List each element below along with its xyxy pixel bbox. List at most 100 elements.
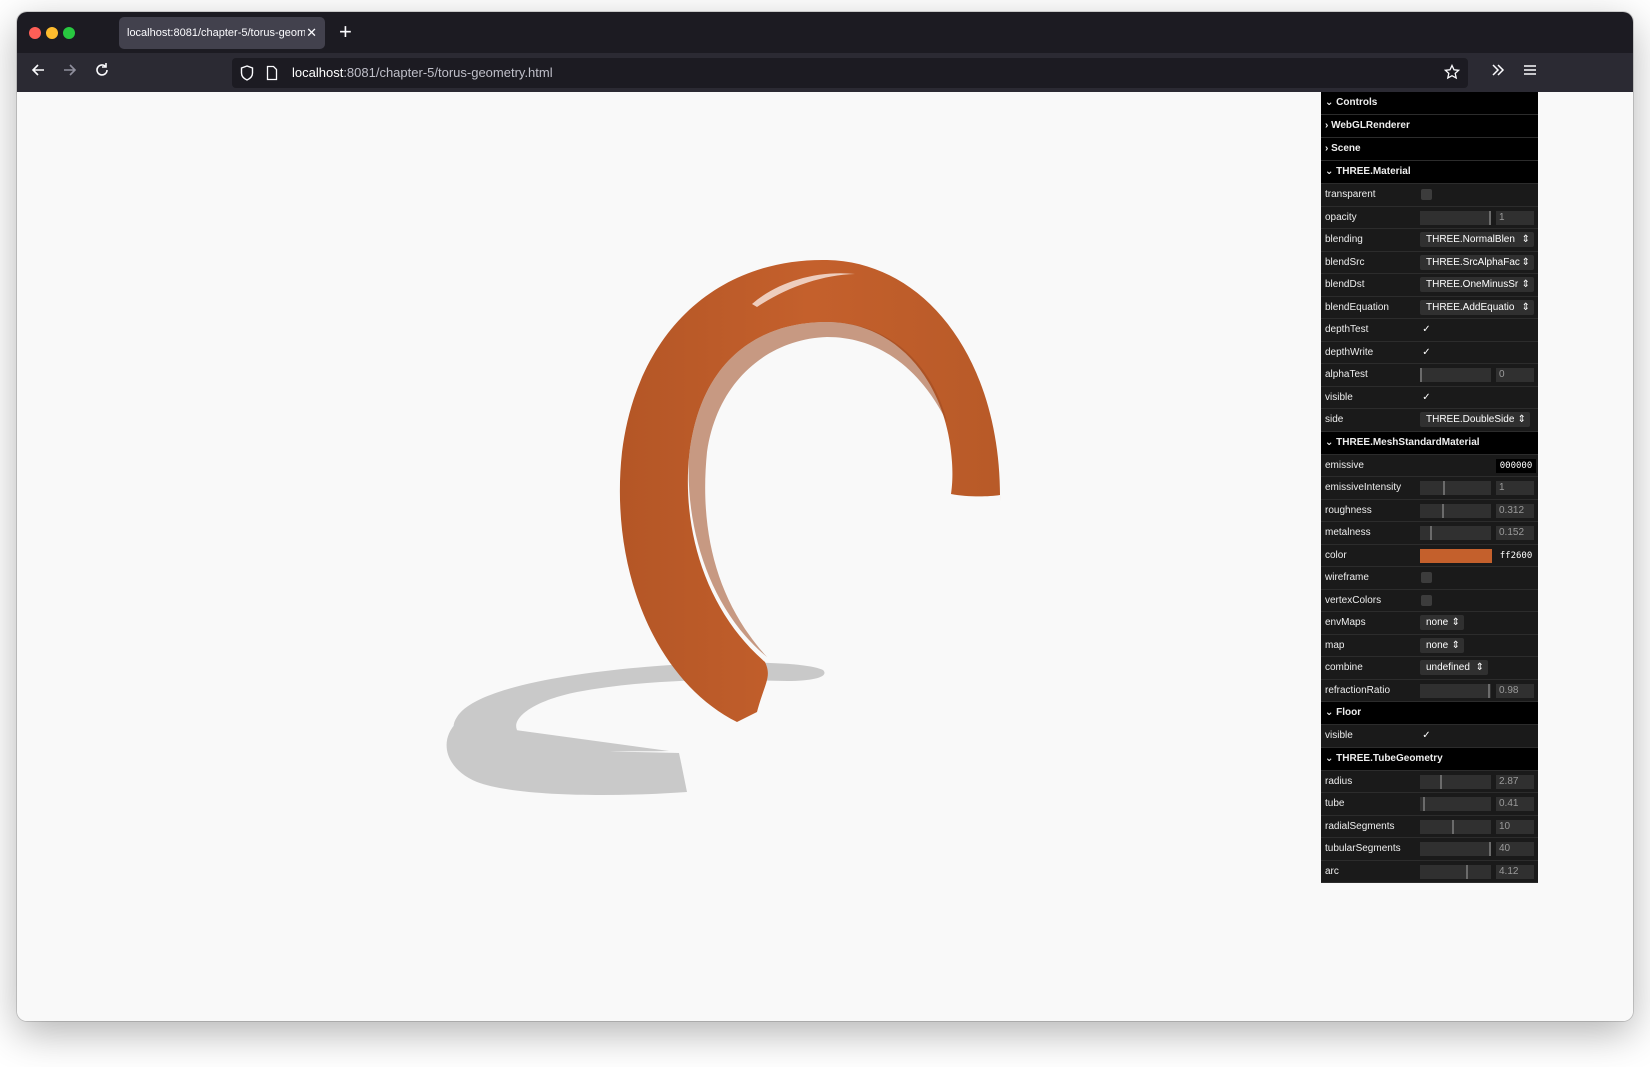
side-select[interactable]: THREE.DoubleSide ⇕ <box>1420 412 1530 427</box>
map-select[interactable]: none ⇕ <box>1420 637 1464 653</box>
vertexcolors-label: vertexColors <box>1325 594 1382 606</box>
emissive-row: emissive 000000 <box>1321 454 1538 477</box>
refractionratio-row: refractionRatio 0.98 <box>1321 679 1538 702</box>
controls-folder[interactable]: ⌄ Controls <box>1321 92 1538 115</box>
tube-knob[interactable] <box>1423 797 1425 811</box>
blendequation-label: blendEquation <box>1325 301 1389 313</box>
refractionratio-knob[interactable] <box>1488 683 1490 698</box>
arc-knob[interactable] <box>1466 864 1468 879</box>
url-bar[interactable]: localhost:8081/chapter-5/torus-geometry.… <box>232 58 1468 88</box>
radius-input[interactable]: 2.87 <box>1496 774 1534 789</box>
material-folder[interactable]: ⌄ THREE.Material <box>1321 161 1538 184</box>
extensions-overflow-icon[interactable] <box>1490 62 1506 83</box>
wireframe-checkbox[interactable] <box>1421 572 1432 583</box>
metalness-knob[interactable] <box>1430 526 1432 540</box>
depthwrite-checkbox[interactable]: ✓ <box>1421 346 1432 358</box>
alphatest-slider[interactable] <box>1420 368 1491 382</box>
radius-knob[interactable] <box>1440 774 1442 789</box>
select-arrows-icon: ⇕ <box>1451 639 1460 651</box>
refractionratio-slider[interactable] <box>1420 683 1491 698</box>
roughness-knob[interactable] <box>1442 503 1444 518</box>
navigation-bar: localhost:8081/chapter-5/torus-geometry.… <box>17 53 1633 92</box>
blending-select[interactable]: THREE.NormalBlen ⇕ <box>1420 232 1534 247</box>
blendsrc-label: blendSrc <box>1325 256 1365 268</box>
combine-label: combine <box>1325 662 1363 673</box>
radialsegments-label: radialSegments <box>1325 820 1395 832</box>
radialsegments-knob[interactable] <box>1452 819 1454 834</box>
menu-icon[interactable] <box>1522 62 1538 83</box>
color-swatch[interactable] <box>1420 548 1492 563</box>
roughness-input[interactable]: 0.312 <box>1496 503 1534 518</box>
map-label: map <box>1325 639 1345 651</box>
tab-close-icon[interactable]: ✕ <box>306 17 317 49</box>
torus-shadow <box>446 662 825 795</box>
tubularsegments-knob[interactable] <box>1489 842 1491 856</box>
side-label: side <box>1325 414 1344 425</box>
page-icon[interactable] <box>266 65 278 86</box>
tube-slider[interactable] <box>1420 797 1491 811</box>
webglrenderer-folder[interactable]: › WebGLRenderer <box>1321 115 1538 138</box>
emissiveintensity-knob[interactable] <box>1443 481 1445 495</box>
blending-label: blending <box>1325 234 1363 245</box>
tab-torus-geometry[interactable]: localhost:8081/chapter-5/torus-geometry.… <box>119 17 325 49</box>
side-row: side THREE.DoubleSide ⇕ <box>1321 409 1538 432</box>
maximize-window-icon[interactable] <box>63 27 75 39</box>
combine-select[interactable]: undefined ⇕ <box>1420 660 1488 675</box>
material-visible-checkbox[interactable]: ✓ <box>1421 391 1432 403</box>
radius-label: radius <box>1325 775 1353 787</box>
opacity-slider[interactable] <box>1420 210 1491 225</box>
transparent-checkbox[interactable] <box>1421 189 1432 200</box>
minimize-window-icon[interactable] <box>46 27 58 39</box>
blendequation-row: blendEquation THREE.AddEquatio ⇕ <box>1321 296 1538 319</box>
emissiveintensity-input[interactable]: 1 <box>1496 481 1534 495</box>
blenddst-select[interactable]: THREE.OneMinusSr ⇕ <box>1420 277 1534 292</box>
depthtest-checkbox[interactable]: ✓ <box>1421 324 1432 335</box>
emissive-color-input[interactable]: 000000 <box>1496 458 1536 473</box>
standard-material-folder[interactable]: ⌄ THREE.MeshStandardMaterial <box>1321 431 1538 455</box>
metalness-slider[interactable] <box>1420 526 1491 540</box>
combine-row: combine undefined ⇕ <box>1321 657 1538 680</box>
back-icon[interactable] <box>30 62 46 83</box>
combine-value: undefined <box>1426 662 1470 673</box>
url-text[interactable]: localhost:8081/chapter-5/torus-geometry.… <box>292 58 553 88</box>
blenddst-label: blendDst <box>1325 279 1365 290</box>
opacity-input[interactable]: 1 <box>1496 210 1534 225</box>
alphatest-knob[interactable] <box>1420 368 1422 382</box>
opacity-knob[interactable] <box>1489 210 1491 225</box>
bookmark-star-icon[interactable] <box>1443 63 1461 85</box>
roughness-slider[interactable] <box>1420 503 1491 518</box>
tubularsegments-slider[interactable] <box>1420 842 1491 856</box>
refractionratio-input[interactable]: 0.98 <box>1496 683 1534 698</box>
tube-geometry-folder[interactable]: ⌄ THREE.TubeGeometry <box>1321 747 1538 771</box>
browser-window: localhost:8081/chapter-5/torus-geometry.… <box>17 12 1633 1021</box>
blendsrc-select[interactable]: THREE.SrcAlphaFac ⇕ <box>1420 254 1534 270</box>
blenddst-row: blendDst THREE.OneMinusSr ⇕ <box>1321 274 1538 297</box>
floor-visible-checkbox[interactable]: ✓ <box>1421 730 1432 741</box>
blendequation-select[interactable]: THREE.AddEquatio ⇕ <box>1420 299 1534 315</box>
color-hex-input[interactable]: ff2600 <box>1496 548 1536 563</box>
forward-icon[interactable] <box>62 62 78 83</box>
alphatest-input[interactable]: 0 <box>1496 368 1534 382</box>
radialsegments-slider[interactable] <box>1420 819 1491 834</box>
scene-folder[interactable]: › Scene <box>1321 138 1538 161</box>
webgl-canvas[interactable] <box>17 92 1321 1021</box>
emissiveintensity-slider[interactable] <box>1420 481 1491 495</box>
color-row: color ff2600 <box>1321 544 1538 567</box>
envmaps-select[interactable]: none ⇕ <box>1420 615 1464 630</box>
new-tab-button[interactable]: + <box>339 19 352 45</box>
floor-folder[interactable]: ⌄ Floor <box>1321 702 1538 725</box>
metalness-input[interactable]: 0.152 <box>1496 526 1534 540</box>
tube-input[interactable]: 0.41 <box>1496 797 1534 811</box>
arc-input[interactable]: 4.12 <box>1496 864 1534 879</box>
reload-icon[interactable] <box>94 62 110 83</box>
map-row: map none ⇕ <box>1321 634 1538 657</box>
radius-slider[interactable] <box>1420 774 1491 789</box>
tubularsegments-input[interactable]: 40 <box>1496 842 1534 856</box>
close-window-icon[interactable] <box>29 27 41 39</box>
select-arrows-icon: ⇕ <box>1521 279 1530 290</box>
arc-slider[interactable] <box>1420 864 1491 879</box>
side-value: THREE.DoubleSide <box>1426 414 1515 425</box>
vertexcolors-checkbox[interactable] <box>1421 594 1432 606</box>
shield-icon[interactable] <box>240 65 254 86</box>
radialsegments-input[interactable]: 10 <box>1496 819 1534 834</box>
